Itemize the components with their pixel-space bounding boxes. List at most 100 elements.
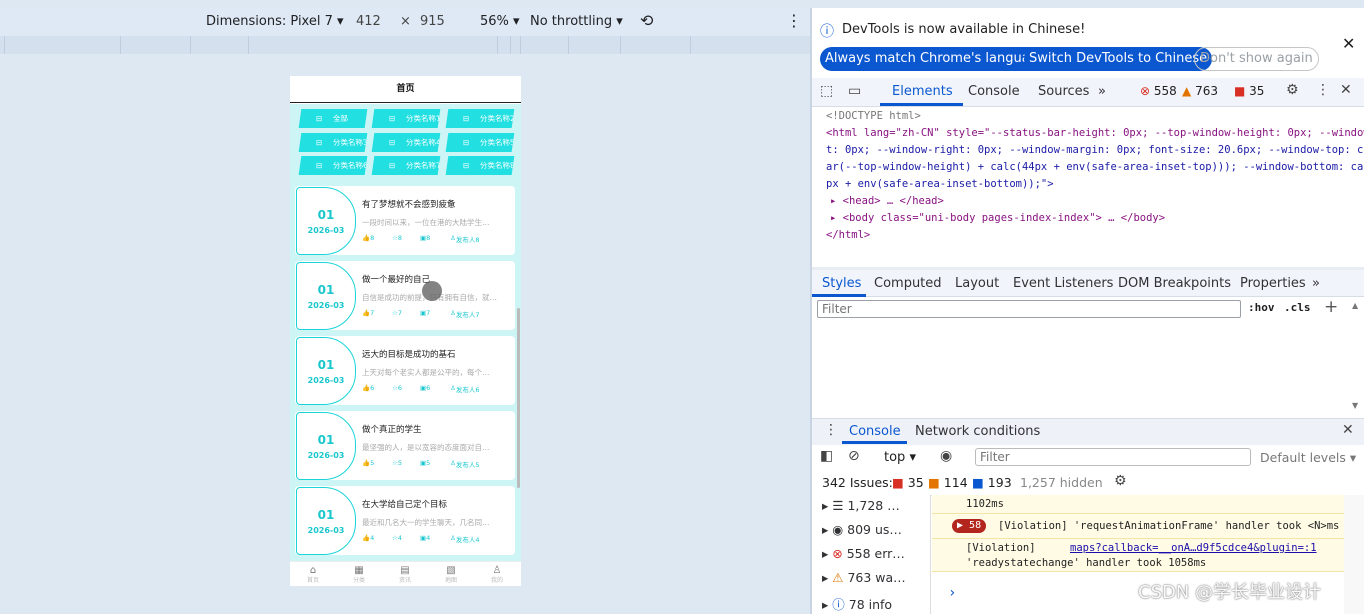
category-6[interactable]: ⊟ 分类名称6 <box>298 156 368 175</box>
html-close-line[interactable]: </html> <box>826 229 870 241</box>
rotate-icon[interactable]: ⟲ <box>640 11 653 30</box>
phone-scrollbar[interactable] <box>517 308 520 488</box>
html-open-line[interactable]: <html lang="zh-CN" style="--status-bar-h… <box>826 127 1364 139</box>
eye-icon[interactable]: ◉ <box>940 448 952 464</box>
touch-cursor <box>422 281 442 301</box>
tab-mine[interactable]: ♙ 我的 <box>474 564 520 585</box>
post-desc: 上天对每个老实人都是公平的，每个… <box>362 368 490 377</box>
post-day: 01 <box>317 208 335 222</box>
tab-sources[interactable]: Sources <box>1038 84 1089 99</box>
more-tabs-icon[interactable]: » <box>1098 84 1106 99</box>
media-query-ruler[interactable] <box>0 36 810 54</box>
console-filter-input[interactable] <box>975 448 1251 466</box>
issue-counter[interactable]: ■ 35 <box>1234 84 1264 98</box>
zoom-select[interactable]: 56% ▾ <box>480 14 520 29</box>
post-month: 2026-03 <box>307 376 345 385</box>
watermark: CSDN @学长毕业设计 <box>1138 582 1322 603</box>
sidebar-toggle-icon[interactable]: ◧ <box>820 448 833 464</box>
doctype-line[interactable]: <!DOCTYPE html> <box>826 110 921 122</box>
issue-warnings[interactable]: ■ 114 <box>928 475 968 490</box>
tab-category[interactable]: ▦ 分类 <box>336 564 382 585</box>
more-tabs-icon[interactable]: » <box>1312 276 1320 291</box>
console-message[interactable]: ▶ 58 [Violation] 'requestAnimationFrame'… <box>932 514 1344 539</box>
category-2[interactable]: ⊟ 分类名称2 <box>445 109 515 128</box>
category-8[interactable]: ⊟ 分类名称8 <box>445 156 515 175</box>
category-4[interactable]: ⊟ 分类名称4 <box>371 133 441 152</box>
close-drawer-icon[interactable]: ✕ <box>1342 422 1354 438</box>
gear-icon[interactable]: ⚙ <box>1286 82 1299 98</box>
warning-icon: ■ <box>928 475 940 490</box>
view-stat: ▣ 7 <box>420 309 431 317</box>
scroll-up-icon[interactable]: ▲ <box>1352 301 1358 310</box>
issue-errors[interactable]: ■ 35 <box>892 475 924 490</box>
new-rule-icon[interactable]: + <box>1324 297 1338 317</box>
tab-properties[interactable]: Properties <box>1240 276 1306 291</box>
tab-dom-breakpoints[interactable]: DOM Breakpoints <box>1118 276 1231 291</box>
device-toggle-icon[interactable]: ▭ <box>848 83 861 99</box>
head-node[interactable]: ▸ <head> … </head> <box>830 195 944 207</box>
sidebar-item-info[interactable]: ▸ ⓘ 78 info <box>822 594 892 613</box>
post-card[interactable]: 01 2026-03 做一个最好的自己 自信是成功的前提，只有拥有自信，就… 👍… <box>295 261 515 330</box>
styles-filter-input[interactable] <box>817 300 1241 318</box>
category-5[interactable]: ⊟ 分类名称5 <box>445 133 515 152</box>
post-card[interactable]: 01 2026-03 在大学给自己定个目标 最近和几名大一的学生聊天，几名同… … <box>295 486 515 555</box>
tab-news[interactable]: ▤ 资讯 <box>382 564 428 585</box>
hov-toggle[interactable]: :hov <box>1248 301 1275 314</box>
context-select[interactable]: top ▾ <box>884 450 916 465</box>
tab-home[interactable]: ⌂ 首页 <box>290 564 336 585</box>
clear-console-icon[interactable]: ⊘ <box>848 448 860 464</box>
height-input[interactable]: 915 <box>420 14 445 29</box>
match-language-button[interactable]: Always match Chrome's language <box>820 47 1051 71</box>
throttling-select[interactable]: No throttling ▾ <box>530 14 623 29</box>
console-scrollbar[interactable] <box>1344 495 1364 614</box>
tab-console[interactable]: Console <box>968 84 1020 99</box>
body-node[interactable]: ▸ <body class="uni-body pages-index-inde… <box>830 212 1165 224</box>
console-prompt[interactable]: › <box>948 585 956 601</box>
tab-event-listeners[interactable]: Event Listeners <box>1013 276 1113 291</box>
warning-counter[interactable]: ▲ 763 <box>1182 84 1218 98</box>
category-all[interactable]: ⊟ 全部 <box>298 109 368 128</box>
tab-elements[interactable]: Elements <box>892 84 953 99</box>
category-7[interactable]: ⊟ 分类名称7 <box>371 156 441 175</box>
dont-show-button[interactable]: Don't show again <box>1194 47 1319 71</box>
cls-toggle[interactable]: .cls <box>1284 301 1311 314</box>
sidebar-item-errors[interactable]: ▸ ⊗ 558 err… <box>822 546 905 561</box>
html-style-line-2: t: 0px; --window-right: 0px; --window-ma… <box>826 144 1364 156</box>
close-devtools-icon[interactable]: ✕ <box>1340 82 1352 98</box>
issue-info[interactable]: ■ 193 <box>972 475 1012 490</box>
scroll-down-icon[interactable]: ▼ <box>1352 401 1358 410</box>
tab-styles[interactable]: Styles <box>822 276 861 291</box>
width-input[interactable]: 412 <box>356 14 381 29</box>
elements-tree: <!DOCTYPE html> <html lang="zh-CN" style… <box>812 107 1364 267</box>
console-message[interactable]: 1102ms <box>932 495 1344 514</box>
more-vert-icon[interactable]: ⋮ <box>1316 82 1330 98</box>
category-1[interactable]: ⊟ 分类名称1 <box>371 109 441 128</box>
tab-layout[interactable]: Layout <box>955 276 999 291</box>
more-vert-icon[interactable]: ⋮ <box>786 11 802 30</box>
switch-chinese-button[interactable]: Switch DevTools to Chinese <box>1024 47 1213 71</box>
source-link[interactable]: maps?callback=__onA…d9f5cdce4&plugin=:1 <box>1070 542 1317 554</box>
error-counter[interactable]: ⊗ 558 <box>1140 84 1177 98</box>
drawer-tab-console[interactable]: Console <box>849 424 901 439</box>
dimensions-select[interactable]: Dimensions: Pixel 7 ▾ <box>206 14 344 29</box>
tab-computed[interactable]: Computed <box>874 276 942 291</box>
drawer-tab-network-conditions[interactable]: Network conditions <box>915 424 1040 439</box>
sidebar-item-messages[interactable]: ▸ ☰ 1,728 … <box>822 498 900 513</box>
hidden-count: 1,257 hidden <box>1020 475 1103 490</box>
sidebar-item-user-messages[interactable]: ▸ ◉ 809 us… <box>822 522 902 537</box>
device-toolbar: Dimensions: Pixel 7 ▾ 412 × 915 56% ▾ No… <box>0 8 810 36</box>
post-card[interactable]: 01 2026-03 做个真正的学生 最坚强的人，是以宽容的态度面对自… 👍 5 … <box>295 411 515 480</box>
log-levels-select[interactable]: Default levels ▾ <box>1260 450 1356 465</box>
close-icon[interactable]: ✕ <box>1342 34 1355 53</box>
drawer-menu-icon[interactable]: ⋮ <box>824 422 838 438</box>
post-card[interactable]: 01 2026-03 有了梦想就不会感到疲惫 一段时间以来，一位在港的大陆学生…… <box>295 186 515 255</box>
console-message[interactable]: [Violation] maps?callback=__onA…d9f5cdce… <box>932 539 1344 572</box>
language-infobar: ⓘ DevTools is now available in Chinese! … <box>812 8 1364 76</box>
console-settings-icon[interactable]: ⚙ <box>1114 473 1127 489</box>
sidebar-item-warnings[interactable]: ▸ ⚠ 763 wa… <box>822 570 906 585</box>
console-toolbar: ◧ ⊘ top ▾ ◉ Default levels ▾ <box>812 445 1364 472</box>
inspect-icon[interactable]: ⬚ <box>820 83 833 99</box>
category-3[interactable]: ⊟ 分类名称3 <box>298 133 368 152</box>
tab-map[interactable]: ▧ 地图 <box>428 564 474 585</box>
post-card[interactable]: 01 2026-03 远大的目标是成功的基石 上天对每个老实人都是公平的，每个…… <box>295 336 515 405</box>
